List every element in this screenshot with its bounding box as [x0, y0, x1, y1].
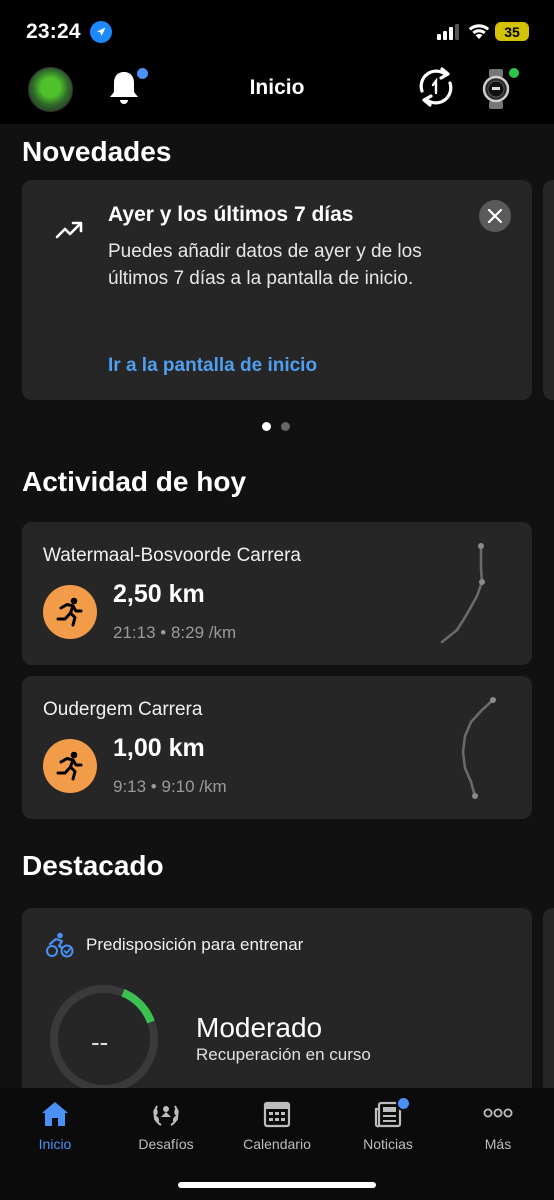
- route-map-icon: [427, 692, 507, 807]
- cycling-icon: [45, 932, 75, 963]
- top-nav-bar: Inicio: [0, 62, 554, 124]
- tab-noticias[interactable]: Noticias: [333, 1088, 443, 1168]
- running-icon: [43, 739, 97, 793]
- news-card-title: Ayer y los últimos 7 días: [108, 203, 354, 226]
- calendar-icon: [262, 1100, 292, 1133]
- connection-status-dot: [507, 66, 521, 80]
- sync-icon[interactable]: [414, 65, 458, 114]
- page-dot-2[interactable]: [281, 422, 290, 431]
- readiness-substatus: Recuperación en curso: [196, 1045, 371, 1064]
- tab-calendario[interactable]: Calendario: [222, 1088, 332, 1168]
- activity-card[interactable]: Watermaal-Bosvoorde Carrera 2,50 km 21:1…: [22, 522, 532, 665]
- training-readiness-label: Predisposición para entrenar: [86, 935, 304, 954]
- tab-label: Desafíos: [138, 1136, 194, 1152]
- tab-label: Más: [484, 1136, 512, 1152]
- readiness-value: --: [91, 1027, 109, 1057]
- wifi-icon: [467, 22, 491, 45]
- status-bar: 23:24 35: [0, 0, 554, 62]
- route-map-icon: [427, 538, 507, 653]
- activity-time-pace: 9:13 • 9:10 /km: [113, 777, 227, 796]
- activity-distance: 1,00 km: [113, 734, 205, 762]
- featured-section-title: Destacado: [22, 850, 164, 881]
- main-content[interactable]: Novedades Ayer y los últimos 7 días Pued…: [0, 124, 554, 1088]
- trending-up-icon: [54, 218, 84, 247]
- home-icon: [40, 1100, 70, 1133]
- tab-label: Calendario: [243, 1136, 311, 1152]
- laurel-icon: [151, 1100, 181, 1133]
- carousel-page-indicator[interactable]: [262, 422, 290, 431]
- activity-time-pace: 21:13 • 8:29 /km: [113, 623, 237, 642]
- training-readiness-card[interactable]: Predisposición para entrenar -- Moderado…: [22, 908, 532, 1088]
- page-title: Inicio: [249, 76, 305, 99]
- status-time: 23:24: [26, 20, 81, 43]
- news-card[interactable]: Ayer y los últimos 7 días Puedes añadir …: [22, 180, 532, 400]
- battery-indicator: 35: [495, 22, 529, 41]
- news-section-title: Novedades: [22, 136, 172, 167]
- activity-name: Watermaal-Bosvoorde Carrera: [43, 545, 301, 566]
- running-icon: [43, 585, 97, 639]
- activity-section-title: Actividad de hoy: [22, 466, 247, 497]
- tab-mas[interactable]: Más: [443, 1088, 553, 1168]
- tab-label: Inicio: [38, 1136, 72, 1152]
- news-card-body: Puedes añadir datos de ayer y de los últ…: [108, 241, 422, 289]
- notification-dot: [396, 1096, 411, 1111]
- tab-desafios[interactable]: Desafíos: [111, 1088, 221, 1168]
- activity-card[interactable]: Oudergem Carrera 1,00 km 9:13 • 9:10 /km: [22, 676, 532, 819]
- next-news-card[interactable]: [543, 180, 554, 400]
- activity-name: Oudergem Carrera: [43, 699, 203, 720]
- page-dot-1[interactable]: [262, 422, 271, 431]
- tab-label: Noticias: [363, 1136, 413, 1152]
- more-icon: [483, 1100, 513, 1133]
- home-indicator[interactable]: [178, 1182, 376, 1188]
- close-button[interactable]: [479, 200, 511, 232]
- location-arrow-icon: [90, 21, 112, 43]
- cellular-signal-icon: [437, 24, 461, 45]
- next-featured-card[interactable]: [543, 908, 554, 1088]
- go-to-home-screen-link[interactable]: Ir a la pantalla de inicio: [108, 355, 317, 377]
- close-icon: [487, 208, 503, 224]
- tab-inicio[interactable]: Inicio: [0, 1088, 110, 1168]
- activity-distance: 2,50 km: [113, 580, 205, 608]
- readiness-status: Moderado: [196, 1012, 323, 1043]
